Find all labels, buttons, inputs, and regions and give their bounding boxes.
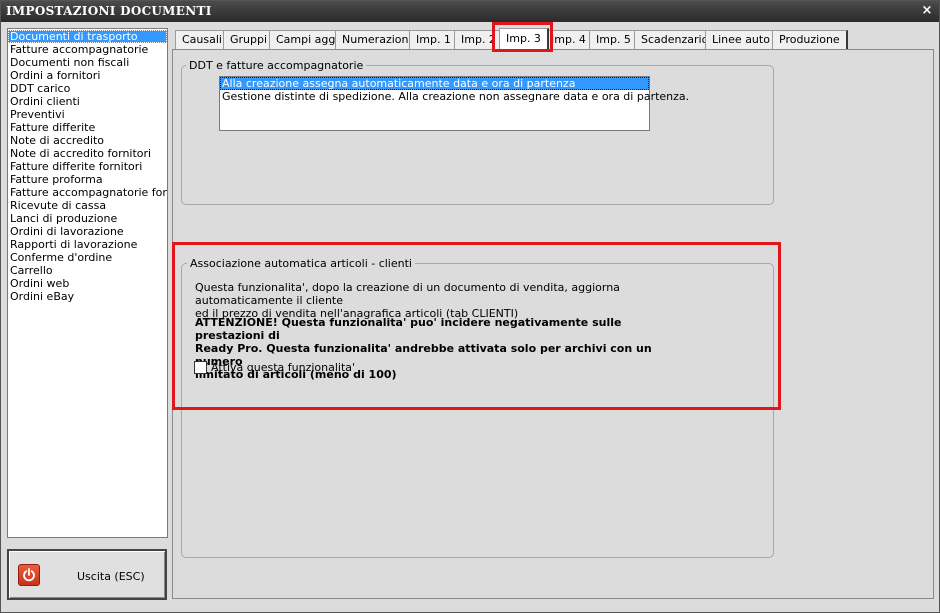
ddt-option-shipping-lists[interactable]: Gestione distinte di spedizione. Alla cr…	[220, 90, 689, 103]
assoc-description: Questa funzionalita', dopo la creazione …	[195, 281, 715, 320]
document-type-item[interactable]: Conferme d'ordine	[8, 251, 167, 264]
activate-feature-label[interactable]: Attiva questa funzionalita'	[211, 361, 355, 374]
tab-numerazioni[interactable]: Numerazioni	[335, 30, 420, 49]
document-type-item[interactable]: Fatture differite	[8, 121, 167, 134]
assoc-description-line-1: Questa funzionalita', dopo la creazione …	[195, 281, 620, 307]
document-type-item[interactable]: Fatture accompagnatorie	[8, 43, 167, 56]
tab-imp-2[interactable]: Imp. 2	[454, 30, 504, 49]
checkbox-box[interactable]	[194, 361, 207, 374]
close-icon[interactable]: ×	[919, 3, 935, 19]
document-type-list[interactable]: Documenti di trasporto Fatture accompagna…	[7, 28, 168, 538]
document-type-item[interactable]: Ordini a fornitori	[8, 69, 167, 82]
document-type-item[interactable]: Fatture accompagnatorie fornito	[8, 186, 167, 199]
exit-button[interactable]: Uscita (ESC)	[7, 549, 167, 600]
document-type-item[interactable]: Note di accredito	[8, 134, 167, 147]
document-type-item[interactable]: Documenti di trasporto	[8, 30, 167, 43]
assoc-group-title: Associazione automatica articoli - clien…	[187, 257, 415, 270]
document-type-item[interactable]: Fatture proforma	[8, 173, 167, 186]
tab-linee-auto[interactable]: Linee auto	[705, 30, 778, 49]
assoc-warning-line-1: ATTENZIONE! Questa funzionalita' puo' in…	[195, 316, 622, 342]
ddt-option-auto-date[interactable]: Alla creazione assegna automaticamente d…	[220, 77, 649, 90]
document-type-item[interactable]: Note di accredito fornitori	[8, 147, 167, 160]
document-type-item[interactable]: Rapporti di lavorazione	[8, 238, 167, 251]
settings-window: IMPOSTAZIONI DOCUMENTI × Documenti di tr…	[0, 0, 940, 613]
document-type-item[interactable]: Fatture differite fornitori	[8, 160, 167, 173]
document-type-item[interactable]: Ordini eBay	[8, 290, 167, 303]
exit-button-label: Uscita (ESC)	[77, 570, 145, 583]
document-type-item[interactable]: Preventivi	[8, 108, 167, 121]
window-title: IMPOSTAZIONI DOCUMENTI	[6, 4, 212, 18]
tab-imp-3[interactable]: Imp. 3	[499, 28, 549, 50]
document-type-item[interactable]: Lanci di produzione	[8, 212, 167, 225]
tab-gruppi[interactable]: Gruppi	[223, 30, 276, 49]
ddt-group-title: DDT e fatture accompagnatorie	[186, 59, 367, 72]
document-type-item[interactable]: Ordini clienti	[8, 95, 167, 108]
ddt-mode-listbox[interactable]: Alla creazione assegna automaticamente d…	[219, 76, 689, 131]
tab-imp-4[interactable]: Imp. 4	[544, 30, 594, 49]
tab-imp-5[interactable]: Imp. 5	[589, 30, 639, 49]
tab-produzione[interactable]: Produzione	[772, 30, 848, 49]
power-icon	[18, 564, 40, 586]
document-type-item[interactable]: DDT carico	[8, 82, 167, 95]
tab-scadenzario[interactable]: Scadenzario	[634, 30, 717, 49]
document-type-item[interactable]: Ricevute di cassa	[8, 199, 167, 212]
document-type-item[interactable]: Ordini web	[8, 277, 167, 290]
title-bar: IMPOSTAZIONI DOCUMENTI ×	[1, 1, 939, 22]
document-type-item[interactable]: Ordini di lavorazione	[8, 225, 167, 238]
tab-imp-1[interactable]: Imp. 1	[409, 30, 459, 49]
document-type-item[interactable]: Documenti non fiscali	[8, 56, 167, 69]
document-type-item[interactable]: Carrello	[8, 264, 167, 277]
tab-causali[interactable]: Causali	[175, 30, 230, 49]
